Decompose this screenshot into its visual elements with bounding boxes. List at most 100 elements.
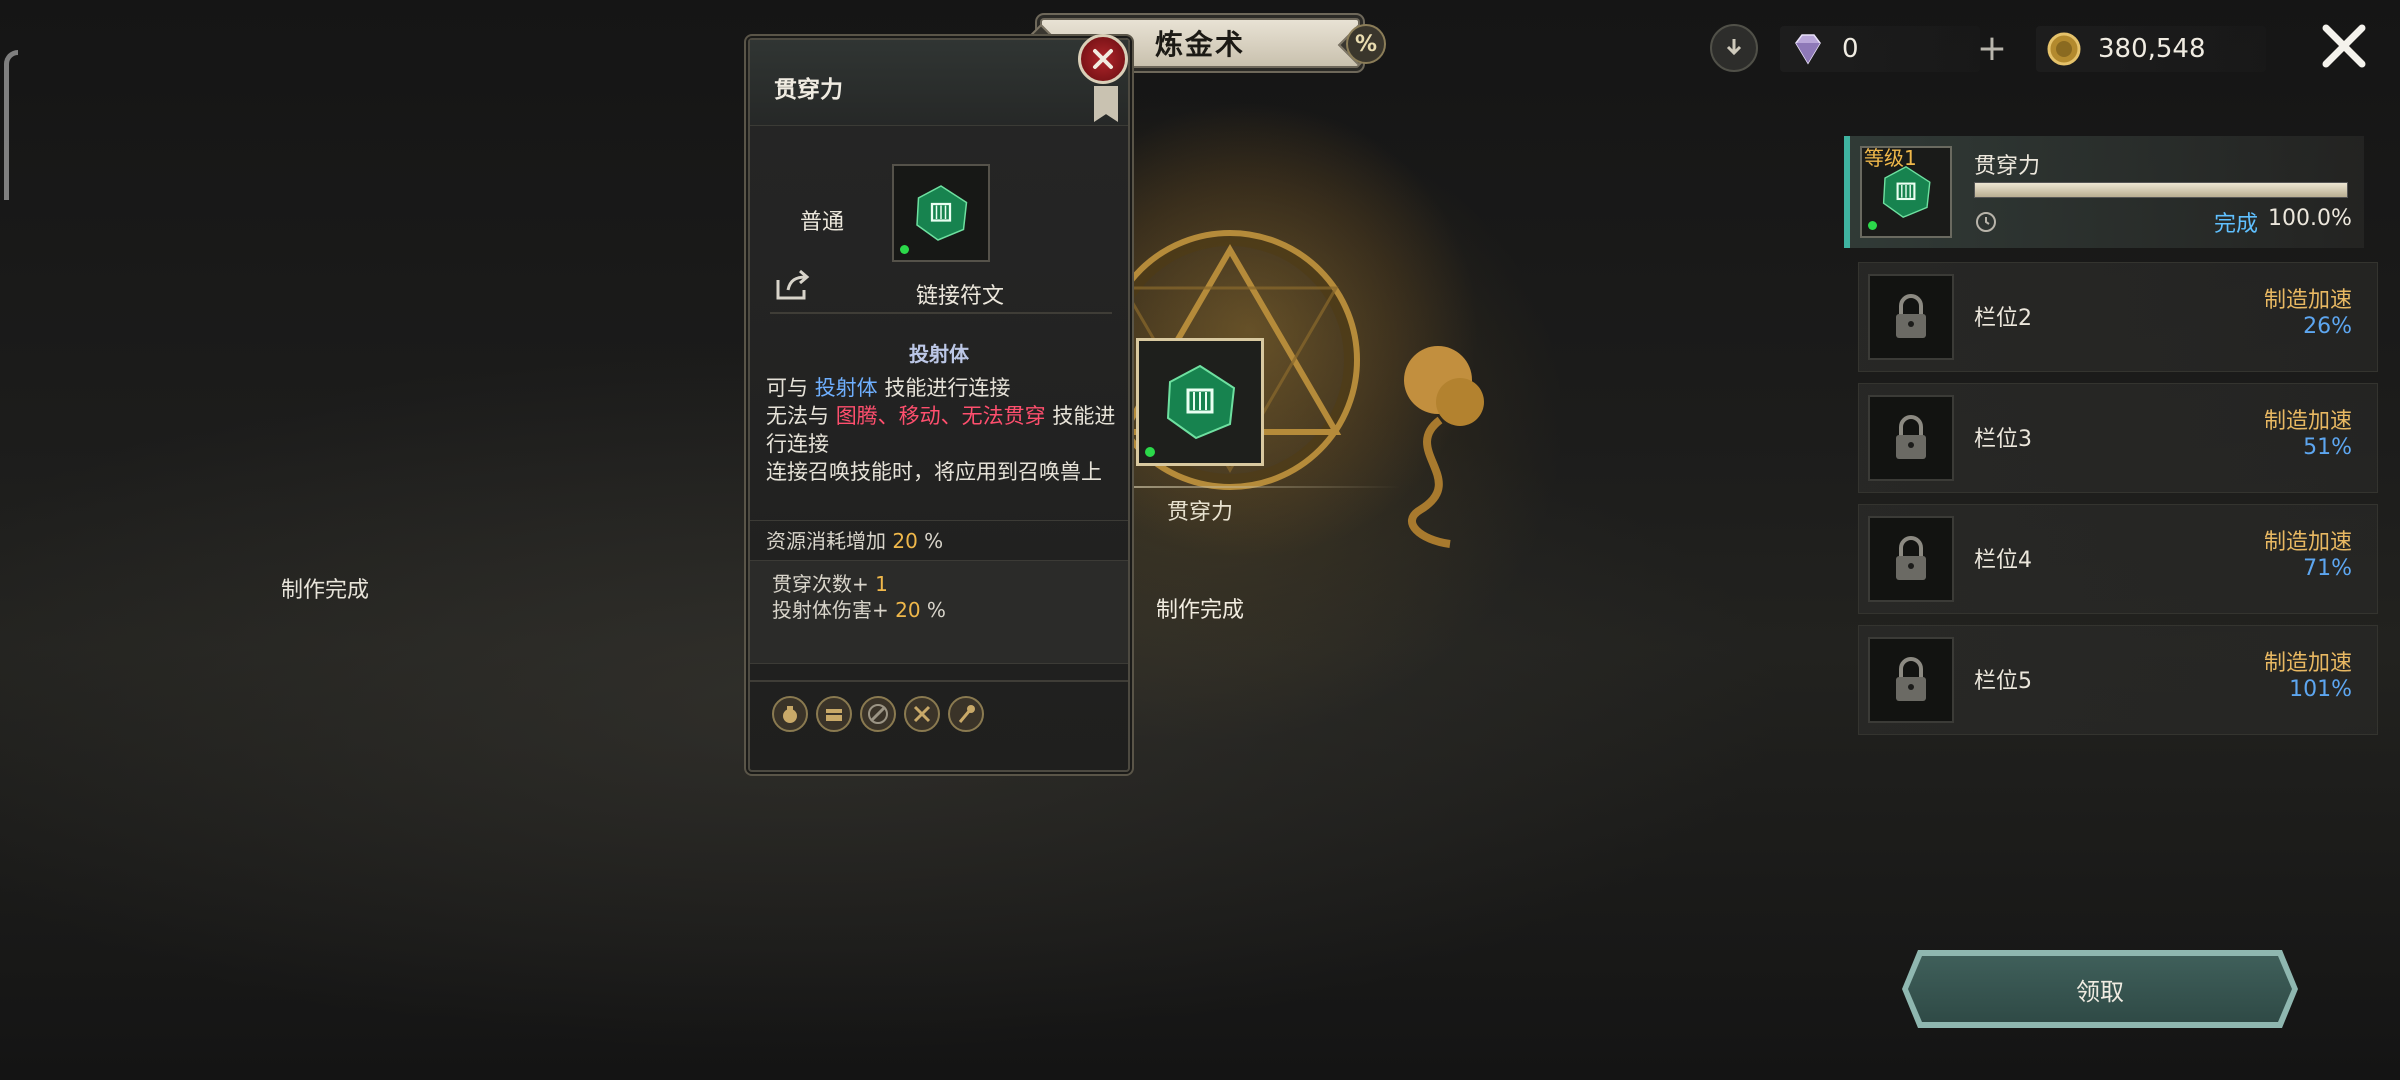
boost-label: 制造加速	[2263, 651, 2352, 676]
green-rune-icon	[916, 185, 968, 241]
bonus-value: 1	[875, 572, 888, 596]
bonus-pierce-count: 贯穿次数+ 1	[772, 571, 1128, 597]
boost-value: 101%	[2289, 677, 2352, 702]
level-badge: 等级1	[1864, 146, 1917, 170]
clock-icon	[1974, 210, 1998, 234]
resource-cost: 资源消耗增加 20 %	[750, 520, 1128, 560]
tooltip-divider	[750, 680, 1128, 682]
plus-icon: +	[1976, 27, 2008, 69]
gem-amount: 0	[1842, 34, 1859, 64]
claim-button[interactable]: 领取	[1908, 956, 2292, 1022]
desc-line-2: 无法与 图腾、移动、无法贯穿 技能进行连接	[766, 402, 1126, 458]
center-rune-slot[interactable]	[1136, 338, 1264, 466]
tooltip-divider	[770, 312, 1112, 314]
bonus-label: 贯穿次数+	[772, 572, 876, 596]
done-label: 完成	[2214, 212, 2259, 237]
craft-queue-slot-5[interactable]: 栏位5 制造加速 101%	[1858, 625, 2378, 735]
lock-icon	[1896, 536, 1926, 580]
progress-fill	[1975, 183, 2347, 197]
staff-icon	[948, 696, 984, 732]
left-craft-status: 制作完成	[280, 578, 369, 603]
lock-icon	[1896, 294, 1926, 338]
desc-highlight-red: 图腾、移动、无法贯穿	[835, 404, 1046, 428]
percent-symbol: %	[1354, 31, 1378, 57]
slot-name: 栏位4	[1974, 548, 2032, 573]
bag-icon	[772, 696, 808, 732]
gem-counter: 0	[1780, 26, 1980, 72]
claim-button-label: 领取	[2076, 977, 2124, 1006]
bonus-stats: 贯穿次数+ 1 投射体伤害+ 20 %	[750, 560, 1128, 664]
weapon-type-icons	[772, 696, 984, 732]
center-craft-status: 制作完成	[1155, 598, 1244, 623]
slot-name: 栏位5	[1974, 669, 2032, 694]
chest-icon	[816, 696, 852, 732]
boost-label: 制造加速	[2263, 530, 2352, 555]
crossed-tools-icon	[904, 696, 940, 732]
rune-socket-dot	[1145, 447, 1155, 457]
slot-name: 栏位3	[1974, 427, 2032, 452]
craft-queue-slot-3[interactable]: 栏位3 制造加速 51%	[1858, 383, 2378, 493]
left-edge-handle[interactable]	[4, 50, 18, 200]
boost-label: 制造加速	[2263, 288, 2352, 313]
rune-socket-dot	[1868, 221, 1877, 230]
item-type-name: 链接符文	[915, 284, 1004, 309]
desc-line-1: 可与 投射体 技能进行连接	[766, 374, 1126, 402]
center-divider	[1130, 486, 1400, 488]
tooltip-item-slot	[892, 164, 990, 262]
active-item-name: 贯穿力	[1974, 154, 2041, 179]
desc-text: 可与	[766, 376, 815, 400]
craft-queue-slot-4[interactable]: 栏位4 制造加速 71%	[1858, 504, 2378, 614]
bonus-label: 投射体伤害+	[772, 598, 896, 622]
boost-value: 26%	[2303, 314, 2352, 339]
smoke-decoration	[1404, 346, 1484, 548]
locked-slot	[1868, 516, 1954, 602]
bonus-projectile-damage: 投射体伤害+ 20 %	[772, 597, 1128, 623]
cost-unit: %	[917, 529, 944, 553]
tooltip-description: 可与 投射体 技能进行连接 无法与 图腾、移动、无法贯穿 技能进行连接 连接召唤…	[766, 374, 1126, 486]
lock-icon	[1896, 657, 1926, 701]
desc-text: 无法与	[766, 404, 836, 428]
share-button[interactable]	[774, 268, 812, 302]
download-icon	[1726, 39, 1742, 56]
add-currency-button[interactable]: +	[1974, 27, 2010, 69]
close-icon	[2322, 24, 2366, 68]
gold-coin-icon	[2047, 32, 2081, 66]
boost-value: 51%	[2303, 435, 2352, 460]
gold-amount: 380,548	[2098, 34, 2206, 64]
close-button[interactable]	[2316, 18, 2372, 74]
craft-queue-active[interactable]: 等级1 贯穿力 完成 100.0%	[1844, 136, 2364, 248]
close-icon	[1093, 49, 1113, 69]
item-grade: 普通	[800, 210, 845, 235]
boost-value: 71%	[2303, 556, 2352, 581]
disabled-sword-icon	[860, 696, 896, 732]
progress-bar	[1974, 182, 2348, 198]
gold-counter: 380,548	[2036, 26, 2266, 72]
bonus-unit: %	[920, 598, 946, 622]
lock-icon	[1896, 415, 1926, 459]
tooltip-title: 贯穿力	[774, 77, 843, 103]
center-slot-label: 贯穿力	[1166, 500, 1233, 525]
cost-label: 资源消耗增加	[766, 529, 893, 553]
craft-queue-slot-2[interactable]: 栏位2 制造加速 26%	[1858, 262, 2378, 372]
slot-name: 栏位2	[1974, 306, 2032, 331]
desc-text: 技能进行连接	[877, 376, 1011, 400]
green-rune-icon	[1166, 364, 1236, 440]
share-icon	[776, 269, 810, 300]
percent-button[interactable]: %	[1346, 24, 1386, 64]
gem-icon	[1795, 34, 1821, 65]
desc-highlight-blue: 投射体	[814, 376, 878, 400]
desc-line-3: 连接召唤技能时，将应用到召唤兽上	[766, 460, 1102, 484]
rune-socket-dot	[900, 245, 909, 254]
tooltip-close-button[interactable]	[1078, 34, 1128, 84]
green-rune-icon	[1882, 165, 1931, 218]
page-title-text: 炼金术	[1154, 28, 1245, 61]
tooltip-subheading: 投射体	[909, 342, 969, 366]
download-button[interactable]	[1710, 24, 1758, 72]
bonus-value: 20	[895, 598, 921, 622]
boost-label: 制造加速	[2263, 409, 2352, 434]
cost-value: 20	[892, 529, 918, 553]
item-tooltip: 贯穿力 普通 链接符文 投射体 可与 投射体 技能进行连接 无法与 图腾、移动、…	[748, 34, 1130, 772]
locked-slot	[1868, 395, 1954, 481]
progress-percent: 100.0%	[2268, 206, 2352, 231]
locked-slot	[1868, 637, 1954, 723]
